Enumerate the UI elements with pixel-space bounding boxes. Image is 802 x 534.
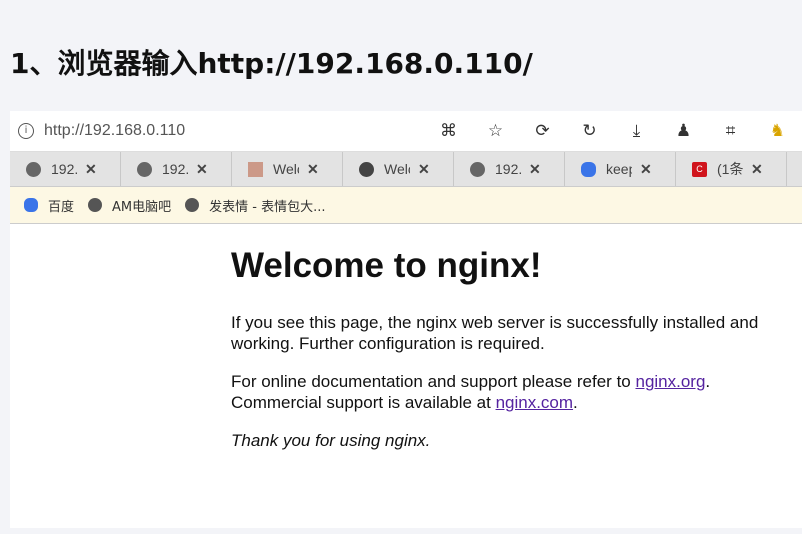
tab[interactable]: 192.168.0.110 ✕ — [121, 152, 232, 186]
intro-paragraph: If you see this page, the nginx web serv… — [231, 313, 759, 353]
close-icon[interactable]: ✕ — [85, 161, 97, 178]
page-title: Welcome to nginx! — [231, 246, 542, 285]
tab[interactable]: 192.168.0.110 ✕ — [454, 152, 565, 186]
tab-strip: 192.168.0.110 ✕ 192.168.0.110 ✕ Welcome ✕ W… — [10, 152, 802, 187]
bookmark-emoji[interactable]: 发表情 - 表情包大... — [185, 196, 326, 215]
close-icon[interactable]: ✕ — [196, 161, 208, 178]
text: For online documentation and support ple… — [231, 372, 636, 391]
browser-window: i http://192.168.0.110 ⌘ ☆ ⟳ ↻ ⤓ ♟ ⌗ ♞ 1… — [10, 111, 802, 528]
url-field[interactable]: http://192.168.0.110 — [44, 122, 185, 140]
toolbar: ⌘ ☆ ⟳ ↻ ⤓ ♟ ⌗ ♞ — [425, 111, 801, 151]
csdn-icon: C — [692, 161, 707, 177]
bookmark-label: 百度 — [48, 199, 75, 215]
baidu-icon — [24, 198, 38, 212]
tab-label: 192.168.0.110 — [495, 161, 521, 177]
globe-icon — [88, 198, 103, 212]
tab-label: Welcome — [384, 161, 410, 177]
close-icon[interactable]: ✕ — [640, 161, 652, 178]
globe-icon — [359, 161, 374, 177]
nginx-org-link[interactable]: nginx.org — [635, 372, 705, 391]
globe-icon — [470, 161, 485, 177]
bookmarks-bar: 百度 AM电脑吧 发表情 - 表情包大... — [10, 187, 802, 224]
tab-label: keep — [606, 161, 632, 177]
bookmark-label: 发表情 - 表情包大... — [209, 199, 326, 215]
close-icon[interactable]: ✕ — [751, 161, 763, 178]
caption: 1、浏览器输入http://192.168.0.110/ — [10, 47, 533, 80]
globe-icon — [26, 161, 41, 177]
tab[interactable]: C (1条 ✕ — [676, 152, 787, 186]
star-icon[interactable]: ☆ — [472, 121, 519, 141]
text: . — [573, 393, 578, 412]
text: . — [705, 372, 711, 391]
tab[interactable]: keep ✕ — [565, 152, 676, 186]
close-icon[interactable]: ✕ — [529, 161, 541, 178]
globe-icon — [137, 161, 152, 177]
image-icon — [248, 161, 263, 177]
undo-icon[interactable]: ↻ — [566, 121, 613, 141]
user-icon[interactable]: ♟ — [660, 121, 707, 141]
globe-icon — [185, 198, 200, 212]
tab-label: (1条 — [717, 161, 743, 177]
download-icon[interactable]: ⤓ — [613, 121, 660, 141]
tab-label: Welcome — [273, 161, 299, 177]
tab[interactable]: Welcome ✕ — [343, 152, 454, 186]
translate-icon[interactable]: ⌘ — [425, 121, 472, 141]
tab-label: 192.168.0.110 — [51, 161, 77, 177]
bookmark-am[interactable]: AM电脑吧 — [88, 196, 171, 215]
tab[interactable]: Welcome ✕ — [232, 152, 343, 186]
tab-label: 192.168.0.110 — [162, 161, 188, 177]
text: Commercial support is available at — [231, 393, 496, 412]
thanks-paragraph: Thank you for using nginx. — [231, 431, 431, 450]
docs-paragraph: For online documentation and support ple… — [231, 371, 801, 413]
info-icon[interactable]: i — [18, 123, 34, 139]
tab[interactable]: 192.168.0.110 ✕ — [10, 152, 121, 186]
page-content: Welcome to nginx! If you see this page, … — [231, 246, 801, 468]
address-bar[interactable]: i http://192.168.0.110 ⌘ ☆ ⟳ ↻ ⤓ ♟ ⌗ ♞ — [10, 111, 802, 152]
crop-icon[interactable]: ⌗ — [707, 121, 754, 141]
bookmark-baidu[interactable]: 百度 — [24, 196, 74, 215]
baidu-icon — [581, 161, 596, 177]
bookmark-label: AM电脑吧 — [112, 199, 172, 215]
close-icon[interactable]: ✕ — [307, 161, 319, 178]
extension-icon[interactable]: ♞ — [754, 121, 801, 141]
close-icon[interactable]: ✕ — [418, 161, 430, 178]
nginx-com-link[interactable]: nginx.com — [496, 393, 573, 412]
refresh-icon[interactable]: ⟳ — [519, 121, 566, 141]
